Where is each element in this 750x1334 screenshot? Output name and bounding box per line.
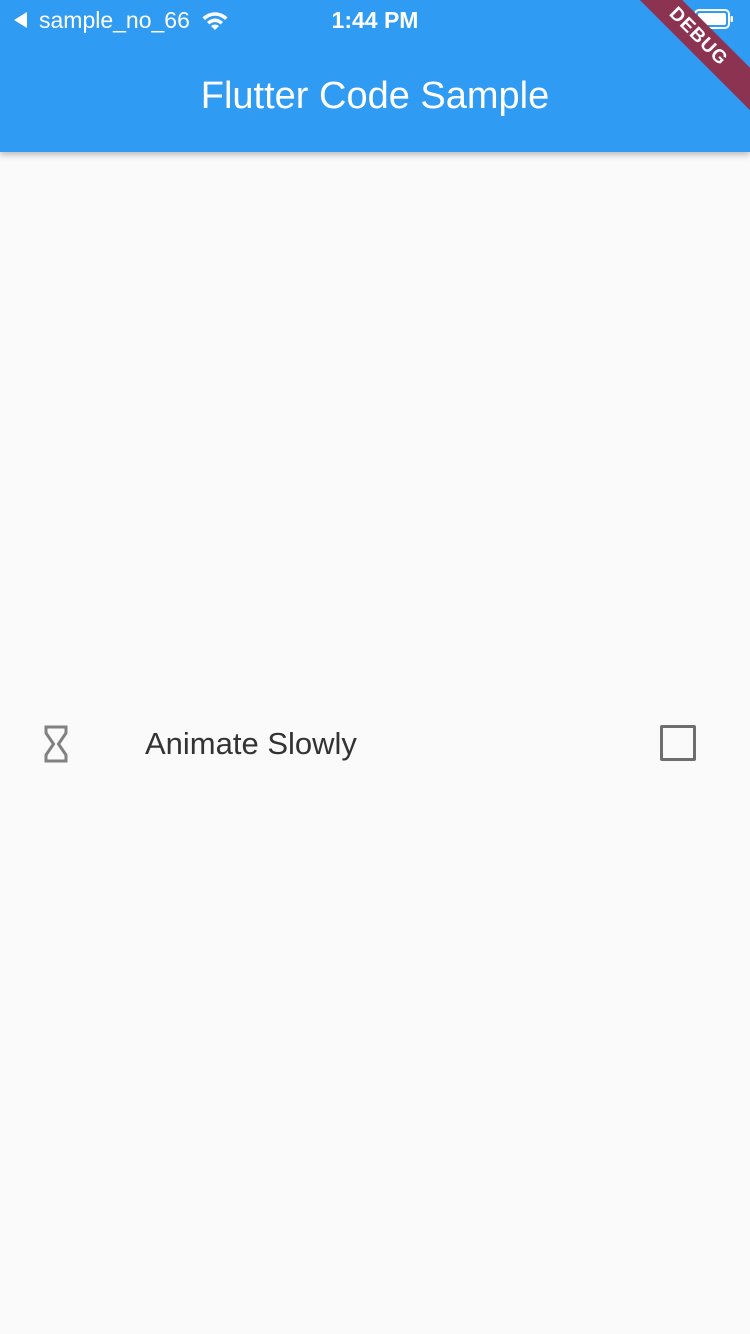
hourglass-icon: [44, 725, 68, 763]
animate-slowly-checkbox[interactable]: [660, 725, 696, 761]
app-screen: sample_no_66 1:44 PM Flutter Code Sample…: [0, 0, 750, 1334]
status-time: 1:44 PM: [331, 7, 419, 33]
status-bar: sample_no_66 1:44 PM: [0, 0, 750, 40]
list-tile-animate-slowly[interactable]: Animate Slowly: [0, 710, 750, 776]
list-tile-label: Animate Slowly: [145, 726, 357, 761]
page-title: Flutter Code Sample: [200, 75, 550, 117]
app-bar: sample_no_66 1:44 PM Flutter Code Sample: [0, 0, 750, 152]
